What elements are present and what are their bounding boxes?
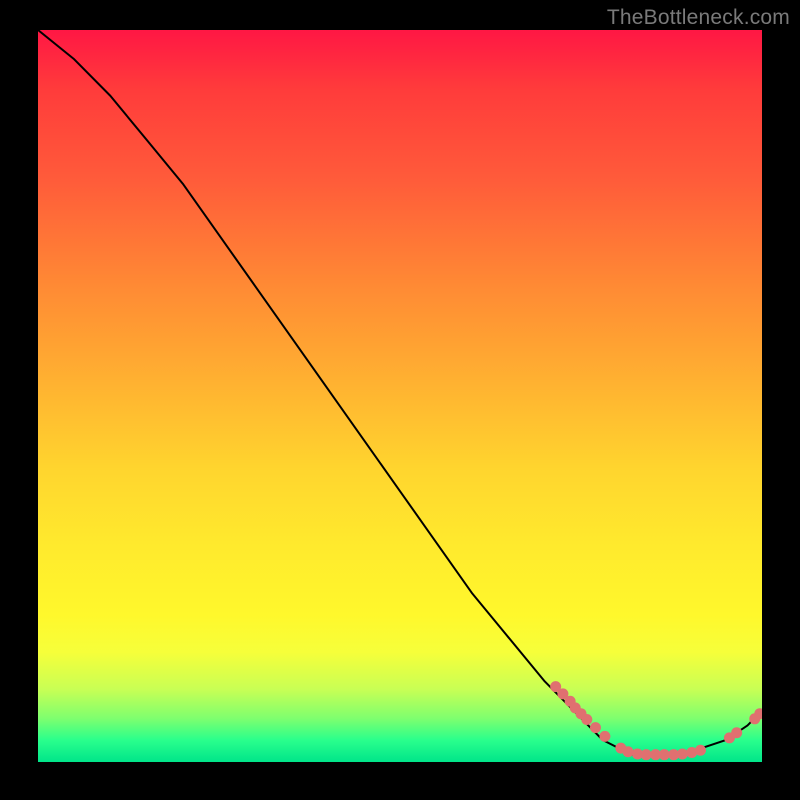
data-marker bbox=[623, 746, 634, 757]
bottleneck-curve-path bbox=[38, 30, 762, 755]
data-marker bbox=[659, 749, 670, 760]
plot-area bbox=[38, 30, 762, 762]
data-marker bbox=[677, 748, 688, 759]
watermark-text: TheBottleneck.com bbox=[607, 6, 790, 30]
chart-svg bbox=[38, 30, 762, 762]
data-marker bbox=[581, 714, 592, 725]
data-marker bbox=[599, 731, 610, 742]
data-marker bbox=[590, 722, 601, 733]
data-marker bbox=[641, 749, 652, 760]
chart-frame: TheBottleneck.com bbox=[0, 0, 800, 800]
data-marker bbox=[695, 745, 706, 756]
marker-group bbox=[550, 681, 762, 760]
data-marker bbox=[731, 727, 742, 738]
